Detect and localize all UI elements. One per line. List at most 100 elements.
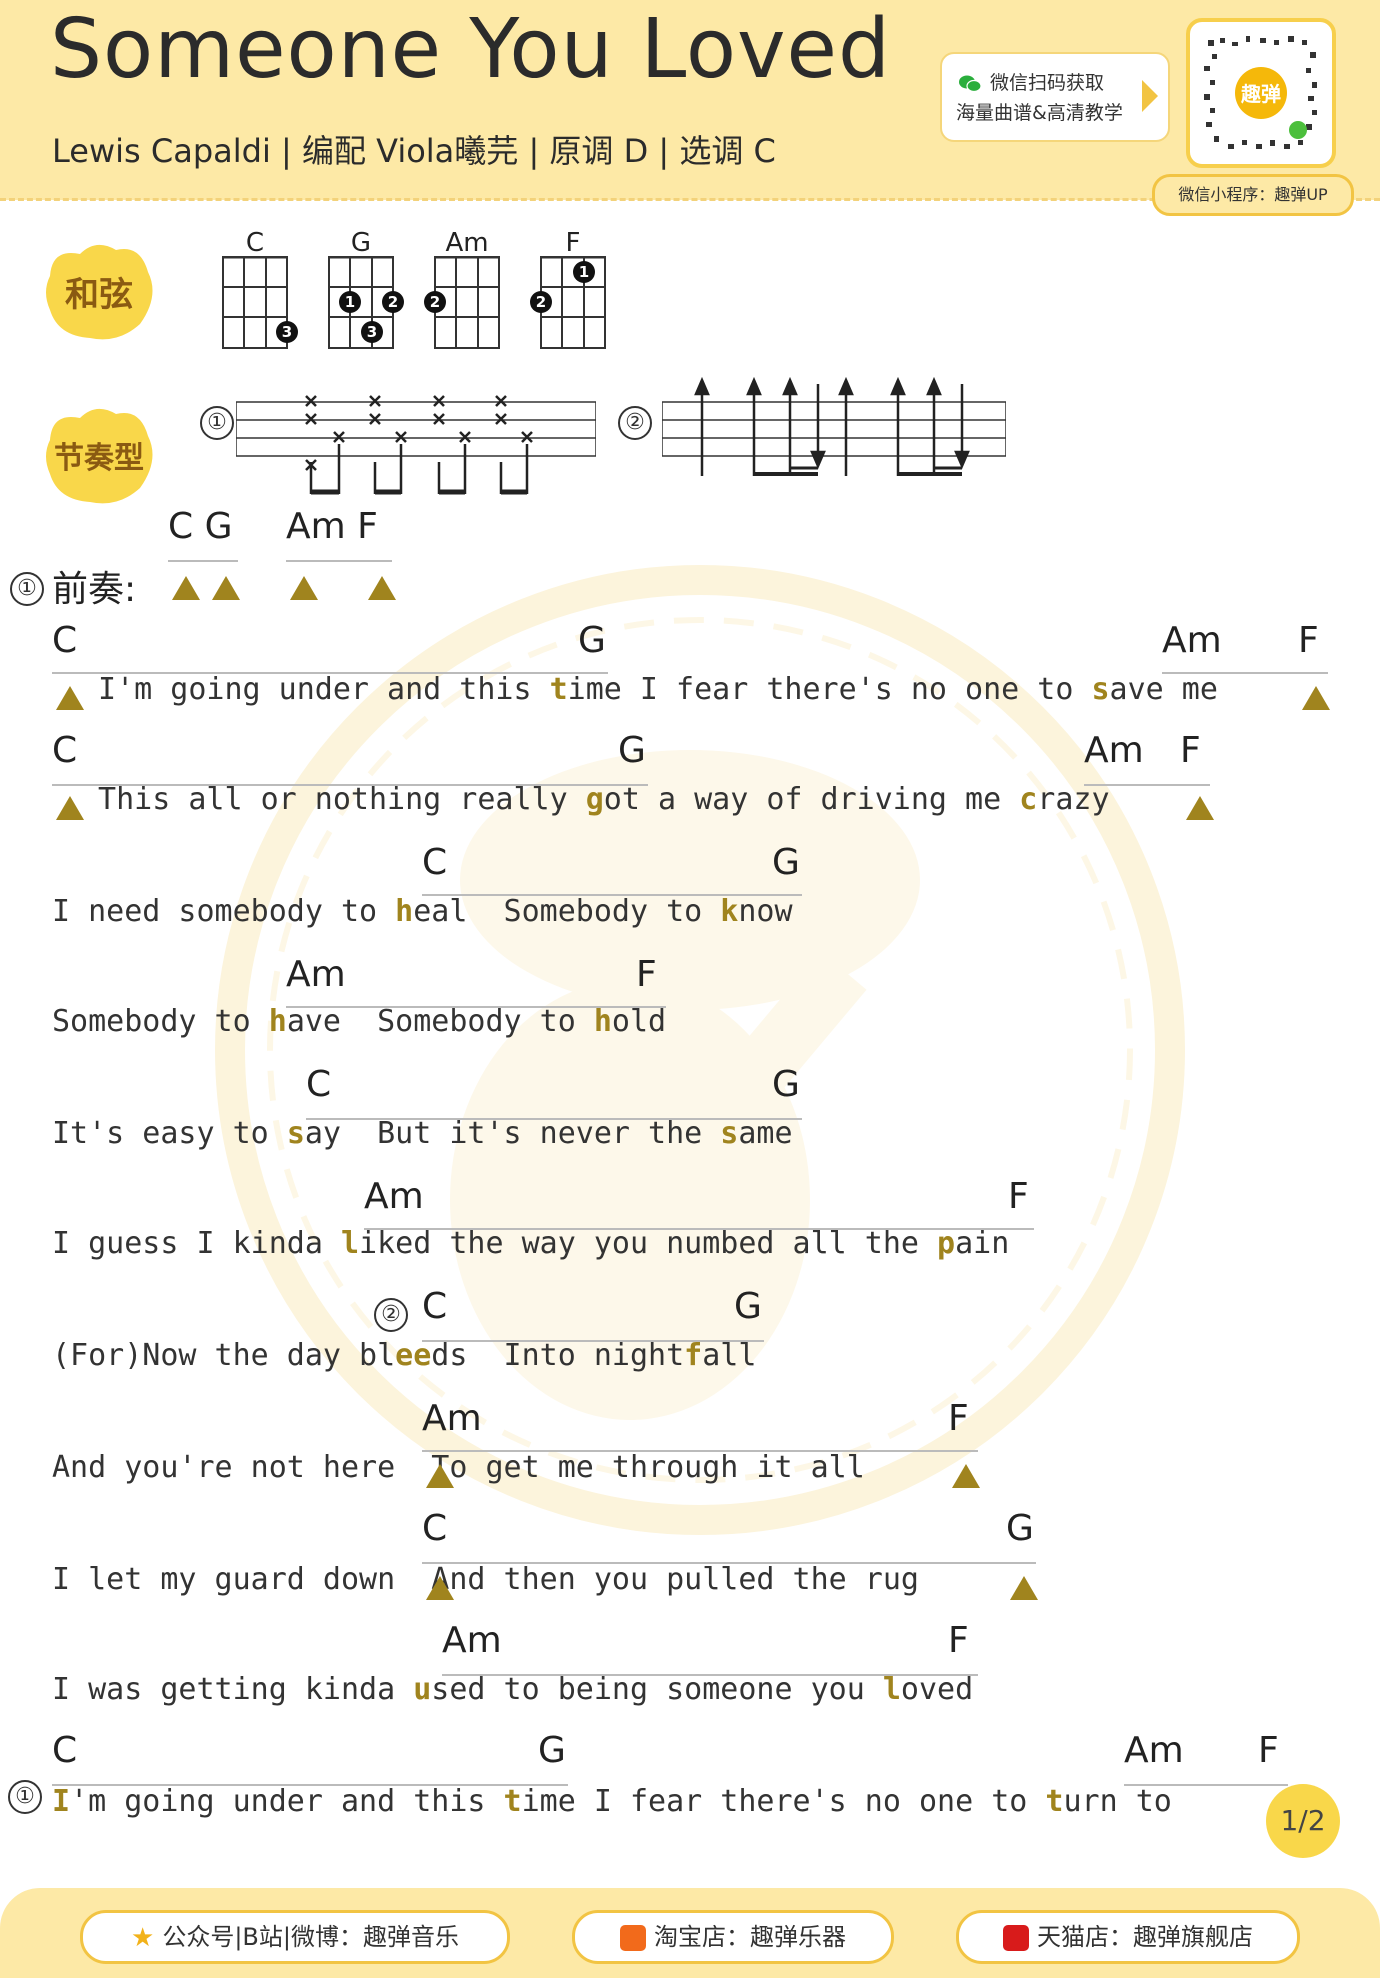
lyric-line: This all or nothing really got a way of … xyxy=(80,782,1110,817)
finger-label: 1 xyxy=(579,263,589,281)
lyric-line: Somebody to have Somebody to hold xyxy=(52,1004,667,1039)
chord-underline xyxy=(286,560,392,562)
qr-logo-text: 趣弹 xyxy=(1240,82,1281,106)
chord-diagrams: C G Am F 3 1 2 3 2 1 2 xyxy=(220,228,620,368)
finger-label: 3 xyxy=(367,323,377,341)
watermark-logo xyxy=(215,565,1185,1535)
chord-label: Am xyxy=(1084,730,1144,771)
star-icon: ★ xyxy=(131,1923,155,1953)
taobao-link[interactable]: 淘宝店：趣弹乐器 xyxy=(572,1910,894,1964)
chord-name-c: C xyxy=(245,228,265,258)
chord-label: F xyxy=(636,954,657,995)
qr-code-image: 趣弹 xyxy=(1204,36,1317,149)
chord-label: C xyxy=(52,730,78,771)
lyric-line: I need somebody to heal Somebody to know xyxy=(52,894,793,929)
taobao-icon xyxy=(620,1925,646,1951)
wechat-promo-button[interactable]: 微信扫码获取 海量曲谱&高清教学 xyxy=(940,52,1170,142)
chord-label: G xyxy=(578,620,606,661)
chord-label: C xyxy=(422,1508,448,1549)
strum-marker xyxy=(212,576,240,600)
tmall-label: 天猫店：趣弹旗舰店 xyxy=(1037,1923,1253,1951)
chord-label: Am xyxy=(422,1398,482,1439)
chord-label: F xyxy=(948,1620,969,1661)
chord-label: C xyxy=(422,842,448,883)
chord-label: G xyxy=(618,730,646,771)
strum-marker xyxy=(426,1464,454,1488)
chord-grids: 3 1 2 3 2 1 2 xyxy=(222,256,606,349)
section-marker: ① xyxy=(8,1780,42,1814)
qr-code-box[interactable]: 趣弹 xyxy=(1186,18,1336,168)
chord-underline xyxy=(168,560,238,562)
taobao-label: 淘宝店：趣弹乐器 xyxy=(654,1923,846,1951)
chord-name-am: Am xyxy=(445,228,489,258)
section-marker: ① xyxy=(10,572,44,606)
chord-label: C xyxy=(52,1730,78,1771)
section-marker: ② xyxy=(374,1298,408,1332)
strum-marker xyxy=(426,1576,454,1600)
promo-line-2: 海量曲谱&高清教学 xyxy=(956,102,1123,124)
chord-label: Am xyxy=(1124,1730,1184,1771)
footer-bar: ★ 公众号|B站|微博：趣弹音乐 淘宝店：趣弹乐器 天猫店：趣弹旗舰店 xyxy=(0,1888,1380,1978)
strum-marker xyxy=(1186,796,1214,820)
chord-name-g: G xyxy=(350,228,372,258)
rhythm-badge-label: 节奏型 xyxy=(54,441,144,476)
rhythm-badge: 节奏型 xyxy=(40,400,158,510)
chord-label: C xyxy=(422,1286,448,1327)
chord-label: G xyxy=(538,1730,566,1771)
song-subtitle: Lewis Capaldi | 编配 Viola曦芫 | 原调 D | 选调 C xyxy=(52,132,776,170)
chords-badge-label: 和弦 xyxy=(65,274,133,315)
finger-label: 1 xyxy=(345,293,355,311)
strum-marker xyxy=(368,576,396,600)
lyric-line: And you're not here To get me through it… xyxy=(52,1450,865,1485)
chords-badge: 和弦 xyxy=(40,236,158,346)
chord-label: G xyxy=(772,1064,800,1105)
lyric-line: I guess I kinda liked the way you numbed… xyxy=(52,1226,1010,1261)
pattern-1-marker: ① xyxy=(200,406,234,440)
finger-label: 2 xyxy=(388,293,398,311)
lyric-line: It's easy to say But it's never the same xyxy=(52,1116,793,1151)
lyric-line: I'm going under and this time I fear the… xyxy=(52,1784,1172,1819)
chevron-right-icon xyxy=(1142,80,1158,112)
chord-label: Am xyxy=(286,954,346,995)
lyric-line: I was getting kinda used to being someon… xyxy=(52,1672,974,1707)
strum-marker xyxy=(290,576,318,600)
intro-label: 前奏: xyxy=(52,569,137,610)
tmall-icon xyxy=(1003,1925,1029,1951)
strum-marker xyxy=(1302,686,1330,710)
finger-label: 3 xyxy=(282,323,292,341)
page-number: 1/2 xyxy=(1266,1784,1340,1858)
intro-chord-1: C G xyxy=(168,506,233,547)
chord-label: G xyxy=(1006,1508,1034,1549)
chord-label: C xyxy=(52,620,78,661)
lyric-line: I let my guard down And then you pulled … xyxy=(52,1562,919,1597)
lyric-line: (For)Now the day bleeds Into nightfall xyxy=(52,1338,757,1373)
intro-chord-2: Am F xyxy=(286,506,378,547)
finger-label: 2 xyxy=(430,293,440,311)
mini-program-tag: 微信小程序：趣弹UP xyxy=(1152,174,1354,216)
rhythm-pattern-1 xyxy=(236,395,596,495)
social-label: 公众号|B站|微博：趣弹音乐 xyxy=(162,1923,459,1951)
chord-label: Am xyxy=(1162,620,1222,661)
lyric-line: I'm going under and this time I fear the… xyxy=(80,672,1218,707)
chord-label: F xyxy=(948,1398,969,1439)
chord-name-f: F xyxy=(565,228,581,258)
rhythm-pattern-2 xyxy=(662,376,1006,476)
chord-label: G xyxy=(734,1286,762,1327)
wechat-icon xyxy=(959,75,982,93)
song-title: Someone You Loved xyxy=(50,2,892,97)
strum-marker xyxy=(1010,1576,1038,1600)
finger-label: 2 xyxy=(536,293,546,311)
chord-label: F xyxy=(1008,1176,1029,1217)
strum-marker xyxy=(172,576,200,600)
chord-label: F xyxy=(1180,730,1201,771)
promo-line-1: 微信扫码获取 xyxy=(990,72,1105,94)
chord-label: Am xyxy=(364,1176,424,1217)
chord-label: Am xyxy=(442,1620,502,1661)
chord-label: G xyxy=(772,842,800,883)
strum-marker xyxy=(952,1464,980,1488)
pattern-2-marker: ② xyxy=(618,406,652,440)
social-link[interactable]: ★ 公众号|B站|微博：趣弹音乐 xyxy=(80,1910,510,1964)
chord-label: C xyxy=(306,1064,332,1105)
tmall-link[interactable]: 天猫店：趣弹旗舰店 xyxy=(956,1910,1300,1964)
chord-label: F xyxy=(1298,620,1319,661)
